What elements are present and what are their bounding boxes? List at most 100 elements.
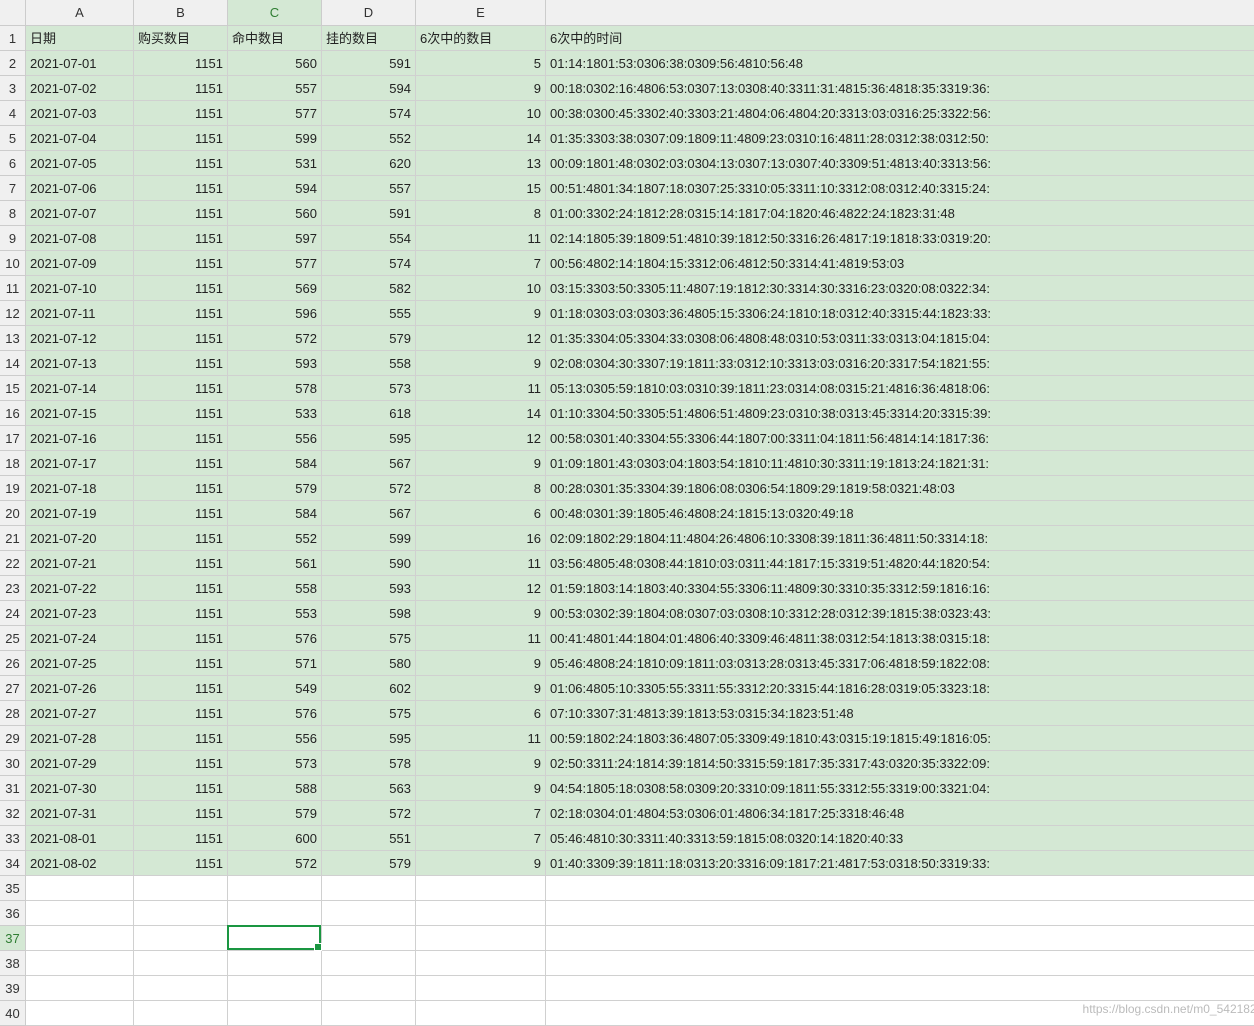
cell-E33[interactable]: 7 — [416, 826, 546, 851]
cell-B7[interactable]: 1151 — [134, 176, 228, 201]
cell-C23[interactable]: 558 — [228, 576, 322, 601]
cell-F31[interactable]: 04:54:1805:18:0308:58:0309:20:3310:09:18… — [546, 776, 1254, 801]
cell-F23[interactable]: 01:59:1803:14:1803:40:3304:55:3306:11:48… — [546, 576, 1254, 601]
column-header-E[interactable]: E — [416, 0, 546, 25]
row-header-13[interactable]: 13 — [0, 326, 25, 351]
cell-F34[interactable]: 01:40:3309:39:1811:18:0313:20:3316:09:18… — [546, 851, 1254, 876]
cell-F8[interactable]: 01:00:3302:24:1812:28:0315:14:1817:04:18… — [546, 201, 1254, 226]
cell-A17[interactable]: 2021-07-16 — [26, 426, 134, 451]
row-header-30[interactable]: 30 — [0, 751, 25, 776]
cell-E24[interactable]: 9 — [416, 601, 546, 626]
cell-B24[interactable]: 1151 — [134, 601, 228, 626]
cell-E18[interactable]: 9 — [416, 451, 546, 476]
cell-E9[interactable]: 11 — [416, 226, 546, 251]
row-header-32[interactable]: 32 — [0, 801, 25, 826]
cell-E21[interactable]: 16 — [416, 526, 546, 551]
cell-B2[interactable]: 1151 — [134, 51, 228, 76]
cell-D11[interactable]: 582 — [322, 276, 416, 301]
cell-E4[interactable]: 10 — [416, 101, 546, 126]
row-header-22[interactable]: 22 — [0, 551, 25, 576]
cell-A19[interactable]: 2021-07-18 — [26, 476, 134, 501]
cell-D23[interactable]: 593 — [322, 576, 416, 601]
cell-A20[interactable]: 2021-07-19 — [26, 501, 134, 526]
cell-A7[interactable]: 2021-07-06 — [26, 176, 134, 201]
cell-C39[interactable] — [228, 976, 322, 1001]
row-header-26[interactable]: 26 — [0, 651, 25, 676]
cell-F38[interactable] — [546, 951, 1254, 976]
cell-F12[interactable]: 01:18:0303:03:0303:36:4805:15:3306:24:18… — [546, 301, 1254, 326]
cell-B23[interactable]: 1151 — [134, 576, 228, 601]
cell-E38[interactable] — [416, 951, 546, 976]
cell-A38[interactable] — [26, 951, 134, 976]
cell-A36[interactable] — [26, 901, 134, 926]
cell-B29[interactable]: 1151 — [134, 726, 228, 751]
cell-C6[interactable]: 531 — [228, 151, 322, 176]
cell-D32[interactable]: 572 — [322, 801, 416, 826]
cell-C25[interactable]: 576 — [228, 626, 322, 651]
cell-D38[interactable] — [322, 951, 416, 976]
cell-B38[interactable] — [134, 951, 228, 976]
row-header-1[interactable]: 1 — [0, 26, 25, 51]
cell-E13[interactable]: 12 — [416, 326, 546, 351]
cell-D7[interactable]: 557 — [322, 176, 416, 201]
row-header-10[interactable]: 10 — [0, 251, 25, 276]
cell-D9[interactable]: 554 — [322, 226, 416, 251]
row-header-16[interactable]: 16 — [0, 401, 25, 426]
cell-A22[interactable]: 2021-07-21 — [26, 551, 134, 576]
cell-E2[interactable]: 5 — [416, 51, 546, 76]
cell-C8[interactable]: 560 — [228, 201, 322, 226]
cell-C4[interactable]: 577 — [228, 101, 322, 126]
cell-F4[interactable]: 00:38:0300:45:3302:40:3303:21:4804:06:48… — [546, 101, 1254, 126]
cell-A4[interactable]: 2021-07-03 — [26, 101, 134, 126]
row-header-35[interactable]: 35 — [0, 876, 25, 901]
cell-C24[interactable]: 553 — [228, 601, 322, 626]
row-header-6[interactable]: 6 — [0, 151, 25, 176]
cell-grid[interactable]: 日期购买数目命中数目挂的数目6次中的数目6次中的时间2021-07-011151… — [26, 26, 1254, 1026]
cell-D18[interactable]: 567 — [322, 451, 416, 476]
cell-D34[interactable]: 579 — [322, 851, 416, 876]
cell-E1[interactable]: 6次中的数目 — [416, 26, 546, 51]
cell-F39[interactable] — [546, 976, 1254, 1001]
cell-E12[interactable]: 9 — [416, 301, 546, 326]
cell-C15[interactable]: 578 — [228, 376, 322, 401]
cell-C35[interactable] — [228, 876, 322, 901]
row-header-39[interactable]: 39 — [0, 976, 25, 1001]
cell-B34[interactable]: 1151 — [134, 851, 228, 876]
cell-D19[interactable]: 572 — [322, 476, 416, 501]
cell-A40[interactable] — [26, 1001, 134, 1026]
row-header-25[interactable]: 25 — [0, 626, 25, 651]
cell-A26[interactable]: 2021-07-25 — [26, 651, 134, 676]
cell-F2[interactable]: 01:14:1801:53:0306:38:0309:56:4810:56:48 — [546, 51, 1254, 76]
cell-A6[interactable]: 2021-07-05 — [26, 151, 134, 176]
cell-E27[interactable]: 9 — [416, 676, 546, 701]
cell-C12[interactable]: 596 — [228, 301, 322, 326]
cell-B11[interactable]: 1151 — [134, 276, 228, 301]
cell-E10[interactable]: 7 — [416, 251, 546, 276]
cell-B15[interactable]: 1151 — [134, 376, 228, 401]
cell-E14[interactable]: 9 — [416, 351, 546, 376]
cell-B32[interactable]: 1151 — [134, 801, 228, 826]
row-header-23[interactable]: 23 — [0, 576, 25, 601]
cell-A28[interactable]: 2021-07-27 — [26, 701, 134, 726]
cell-F10[interactable]: 00:56:4802:14:1804:15:3312:06:4812:50:33… — [546, 251, 1254, 276]
column-header-rest[interactable] — [546, 0, 1254, 25]
cell-F15[interactable]: 05:13:0305:59:1810:03:0310:39:1811:23:03… — [546, 376, 1254, 401]
cell-A39[interactable] — [26, 976, 134, 1001]
cell-C34[interactable]: 572 — [228, 851, 322, 876]
cell-A23[interactable]: 2021-07-22 — [26, 576, 134, 601]
cell-D3[interactable]: 594 — [322, 76, 416, 101]
cell-F16[interactable]: 01:10:3304:50:3305:51:4806:51:4809:23:03… — [546, 401, 1254, 426]
cell-C30[interactable]: 573 — [228, 751, 322, 776]
cell-C7[interactable]: 594 — [228, 176, 322, 201]
cell-D14[interactable]: 558 — [322, 351, 416, 376]
cell-F17[interactable]: 00:58:0301:40:3304:55:3306:44:1807:00:33… — [546, 426, 1254, 451]
cell-D27[interactable]: 602 — [322, 676, 416, 701]
cell-F37[interactable] — [546, 926, 1254, 951]
cell-B13[interactable]: 1151 — [134, 326, 228, 351]
cell-A29[interactable]: 2021-07-28 — [26, 726, 134, 751]
cell-F27[interactable]: 01:06:4805:10:3305:55:3311:55:3312:20:33… — [546, 676, 1254, 701]
cell-C11[interactable]: 569 — [228, 276, 322, 301]
cell-C14[interactable]: 593 — [228, 351, 322, 376]
column-header-C[interactable]: C — [228, 0, 322, 25]
row-header-29[interactable]: 29 — [0, 726, 25, 751]
